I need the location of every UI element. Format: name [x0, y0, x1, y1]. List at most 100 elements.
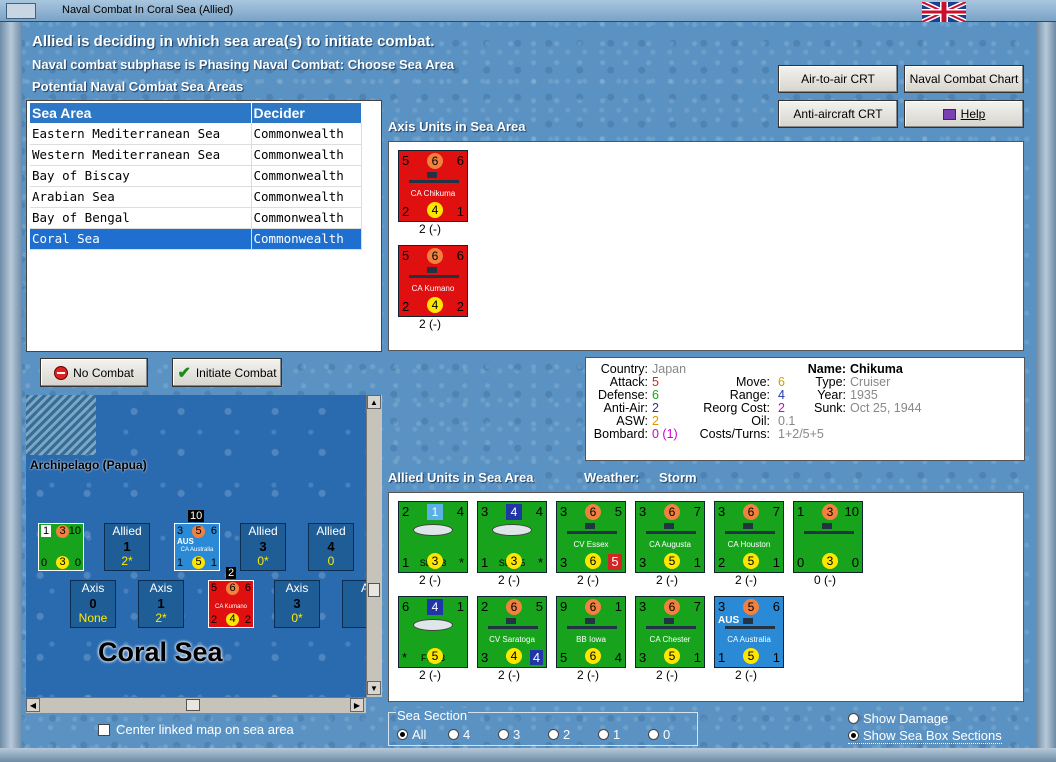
scroll-left-icon[interactable]: ◀ [26, 698, 40, 712]
radio-icon[interactable] [498, 729, 509, 740]
counter-tl: 2 [481, 599, 489, 614]
sea-section-option-4[interactable]: 4 [448, 727, 470, 742]
unit-status: 2 (-) [498, 573, 520, 587]
counter-name: CA Chester [649, 635, 691, 644]
counter-bl: 3 [560, 555, 568, 570]
map-vertical-scrollbar[interactable]: ▲ ▼ [366, 395, 382, 697]
allied-stack-count: 10 [188, 510, 205, 522]
mini-tr: 10 [68, 525, 81, 537]
allied-unit-counter[interactable]: 3 6 7 CA Augusta 3 5 1 [635, 501, 705, 573]
col-header-decider[interactable]: Decider [251, 103, 362, 123]
scroll-up-icon[interactable]: ▲ [367, 395, 381, 409]
box-val: 2* [155, 611, 167, 625]
show-damage-radio[interactable]: Show Damage [848, 711, 948, 726]
map-horizontal-scrollbar[interactable]: ◀ ▶ [26, 697, 366, 713]
unit-counter-kumano[interactable]: 566 CA Kumano 242 [398, 245, 468, 317]
ship-silhouette-icon [725, 618, 775, 629]
allied-sea-box-1[interactable]: Allied 1 2* [104, 523, 150, 571]
no-entry-icon [54, 365, 69, 380]
allied-unit-counter[interactable]: 641F6F-3*5 [398, 596, 468, 668]
anti-aircraft-crt-button[interactable]: Anti-aircraft CRT [778, 100, 898, 128]
help-book-icon [942, 108, 956, 120]
axis-sea-box-3[interactable]: Axis 3 0* [274, 580, 320, 628]
unit-status: 2 (-) [419, 668, 441, 682]
sea-section-option-all[interactable]: All [397, 727, 426, 742]
decider-cell: Commonwealth [251, 144, 362, 166]
mini-tr: 6 [244, 582, 251, 594]
allied-sea-box-4[interactable]: Allied 4 0 [308, 523, 354, 571]
table-row[interactable]: Bay of Bengal Commonwealth [30, 207, 362, 229]
allied-unit-counter[interactable]: 3 6 7 CA Houston 2 5 1 [714, 501, 784, 573]
help-button[interactable]: Help [904, 100, 1024, 128]
allied-unit-counter[interactable]: 3 5 6 AUS CA Australia 1 5 1 [714, 596, 784, 668]
naval-combat-chart-button[interactable]: Naval Combat Chart [904, 65, 1024, 93]
linked-map[interactable]: Archipelago (Papua) 1 3 10 0 3 0 Allied 1… [26, 395, 366, 697]
sea-section-option-3[interactable]: 3 [498, 727, 520, 742]
show-sea-box-radio[interactable]: Show Sea Box Sections [848, 728, 1002, 744]
allied-unit-counter[interactable]: 3 6 5 CV Essex 3 6 5 [556, 501, 626, 573]
allied-unit-counter[interactable]: 9 6 1 BB Iowa 5 6 4 [556, 596, 626, 668]
counter-bc: 5 [743, 553, 759, 569]
option-label: 2 [563, 727, 571, 742]
table-row[interactable]: Arabian Sea Commonwealth [30, 186, 362, 208]
show-sea-box-label: Show Sea Box Sections [863, 728, 1002, 743]
sea-section-option-0[interactable]: 0 [648, 727, 670, 742]
radio-icon[interactable] [648, 729, 659, 740]
ship-silhouette-icon [646, 618, 696, 629]
radio-icon[interactable] [598, 729, 609, 740]
allied-unit-counter[interactable]: 1 3 10 0 3 0 [793, 501, 863, 573]
allied-unit-counter[interactable]: 214SBD-313* [398, 501, 468, 573]
counter-bl: 3 [639, 555, 647, 570]
mini-axis-counter[interactable]: 5 6 6 CA Kumano 2 4 2 [208, 580, 254, 628]
system-menu-button[interactable] [6, 3, 36, 19]
sea-section-option-1[interactable]: 1 [598, 727, 620, 742]
radio-selected-icon[interactable] [848, 730, 859, 741]
no-combat-button[interactable]: No Combat [40, 358, 148, 387]
hscroll-thumb[interactable] [186, 699, 200, 711]
table-row[interactable]: Western Mediterranean Sea Commonwealth [30, 144, 362, 166]
axis-sea-box-1[interactable]: Axis 1 2* [138, 580, 184, 628]
air-to-air-crt-button[interactable]: Air-to-air CRT [778, 65, 898, 93]
sea-section-title: Sea Section [396, 708, 469, 723]
radio-icon[interactable] [848, 713, 859, 724]
radio-icon[interactable] [448, 729, 459, 740]
counter-tr: 1 [614, 599, 622, 614]
sea-section-option-2[interactable]: 2 [548, 727, 570, 742]
counter-tl: 6 [402, 599, 410, 614]
table-row-selected[interactable]: Coral Sea Commonwealth [30, 228, 362, 250]
radio-icon[interactable] [548, 729, 559, 740]
allied-sea-box-3[interactable]: Allied 3 0* [240, 523, 286, 571]
initiate-combat-button[interactable]: ✔ Initiate Combat [172, 358, 282, 387]
counter-tc: 6 [585, 504, 601, 520]
mini-aus-counter[interactable]: 3 5 6 AUS CA Australia 1 5 1 [174, 523, 220, 571]
subphase-message: Naval combat subphase is Phasing Naval C… [32, 57, 455, 72]
counter-br: 0 [851, 555, 859, 570]
center-map-checkbox[interactable]: Center linked map on sea area [98, 722, 294, 737]
ship-silhouette-icon [567, 523, 617, 534]
counter-br: 5 [608, 554, 622, 570]
counter-bc: 6 [585, 648, 601, 664]
table-row[interactable]: Eastern Mediterranean Sea Commonwealth [30, 123, 362, 145]
counter-br: * [537, 555, 543, 570]
cruiser-silhouette-icon [409, 267, 459, 278]
axis-sea-box-0[interactable]: Axis 0 None [70, 580, 116, 628]
counter-br: 1 [456, 204, 464, 219]
scroll-down-icon[interactable]: ▼ [367, 681, 381, 695]
counter-bc: 3 [506, 553, 522, 569]
counter-name: CV Essex [573, 540, 609, 549]
unit-counter-chikuma[interactable]: 5 66 CA Chikuma 2 41 [398, 150, 468, 222]
allied-unit-counter[interactable]: 2 6 5 CV Saratoga 3 4 4 [477, 596, 547, 668]
island-land-patch [26, 395, 96, 455]
col-header-sea-area[interactable]: Sea Area [30, 103, 252, 123]
mini-tc: 3 [56, 525, 69, 538]
allied-unit-counter[interactable]: 3 6 7 CA Chester 3 5 1 [635, 596, 705, 668]
axis-sea-box-partial[interactable]: A [342, 580, 366, 628]
checkbox-box[interactable] [98, 723, 110, 736]
counter-bc: 4 [427, 202, 443, 218]
allied-unit-counter[interactable]: 344SBD-513* [477, 501, 547, 573]
table-row[interactable]: Bay of Biscay Commonwealth [30, 165, 362, 187]
vscroll-thumb[interactable] [368, 583, 380, 597]
mini-allied-counter[interactable]: 1 3 10 0 3 0 [38, 523, 84, 571]
radio-selected-icon[interactable] [397, 729, 408, 740]
scroll-right-icon[interactable]: ▶ [350, 698, 364, 712]
